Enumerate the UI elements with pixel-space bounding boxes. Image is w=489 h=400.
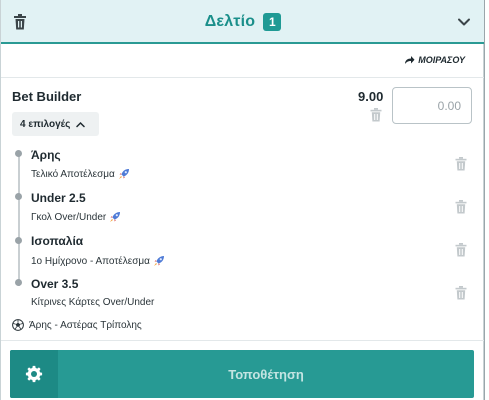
selection-count-badge: 1	[263, 13, 282, 31]
options-label: 4 επιλογές	[20, 118, 71, 130]
selection-market-label: Γκολ Over/Under	[31, 211, 107, 223]
selection-market: Γκολ Over/Under	[31, 211, 121, 223]
match-name: Άρης - Αστέρας Τρίπολης	[29, 319, 142, 331]
selection-pick: Άρης	[31, 148, 61, 162]
trash-icon[interactable]	[370, 108, 382, 122]
stake-input[interactable]	[392, 87, 472, 124]
trash-icon[interactable]	[455, 286, 467, 300]
selection-timeline	[18, 152, 20, 286]
total-odds: 9.00	[358, 89, 384, 104]
share-button[interactable]: ΜΟΙΡΑΣΟΥ	[404, 55, 465, 65]
trash-icon[interactable]	[455, 243, 467, 257]
selection-pick: Over 3.5	[31, 277, 79, 291]
timeline-dot	[15, 279, 22, 286]
gear-icon	[25, 365, 43, 383]
selection-market-label: 1ο Ημίχρονο - Αποτέλεσμα	[31, 255, 150, 267]
betslip-title-group: Δελτίο 1	[1, 0, 485, 44]
divider	[1, 77, 485, 78]
selection-market: 1ο Ημίχρονο - Αποτέλεσμα	[31, 255, 165, 267]
options-toggle[interactable]: 4 επιλογές	[12, 112, 99, 136]
trash-icon[interactable]	[455, 157, 467, 171]
rocket-icon	[110, 212, 121, 222]
betslip-header[interactable]: Δελτίο 1	[1, 0, 485, 44]
settings-button[interactable]	[10, 350, 58, 398]
selection-pick: Under 2.5	[31, 191, 86, 205]
betslip-title: Δελτίο	[204, 13, 256, 30]
chevron-up-icon	[76, 121, 86, 127]
divider	[1, 340, 485, 341]
bet-builder-title: Bet Builder	[12, 89, 82, 104]
place-bet-button[interactable]: Τοποθέτηση	[58, 350, 474, 398]
rocket-icon	[118, 169, 129, 179]
timeline-dot	[15, 237, 22, 244]
timeline-dot	[15, 150, 22, 157]
selection-market-label: Κίτρινες Κάρτες Over/Under	[31, 297, 155, 308]
match-info: Άρης - Αστέρας Τρίπολης	[12, 319, 142, 331]
chevron-down-icon[interactable]	[457, 15, 471, 29]
timeline-dot	[15, 193, 22, 200]
selection-pick: Ισοπαλία	[31, 234, 84, 248]
share-label: ΜΟΙΡΑΣΟΥ	[418, 55, 465, 65]
selection-market: Κίτρινες Κάρτες Over/Under	[31, 297, 154, 308]
trash-icon[interactable]	[455, 200, 467, 214]
share-arrow-icon	[405, 56, 415, 64]
selection-market: Τελικό Αποτέλεσμα	[31, 168, 130, 180]
place-bet-bar: Τοποθέτηση	[10, 350, 474, 398]
scrollbar-track[interactable]	[484, 0, 489, 400]
soccer-ball-icon	[12, 319, 24, 331]
selection-market-label: Τελικό Αποτέλεσμα	[31, 168, 115, 180]
betslip-panel: Δελτίο 1 ΜΟΙΡΑΣΟΥ Bet Builder 9.00 4 επι…	[0, 0, 485, 400]
rocket-icon	[153, 256, 164, 266]
